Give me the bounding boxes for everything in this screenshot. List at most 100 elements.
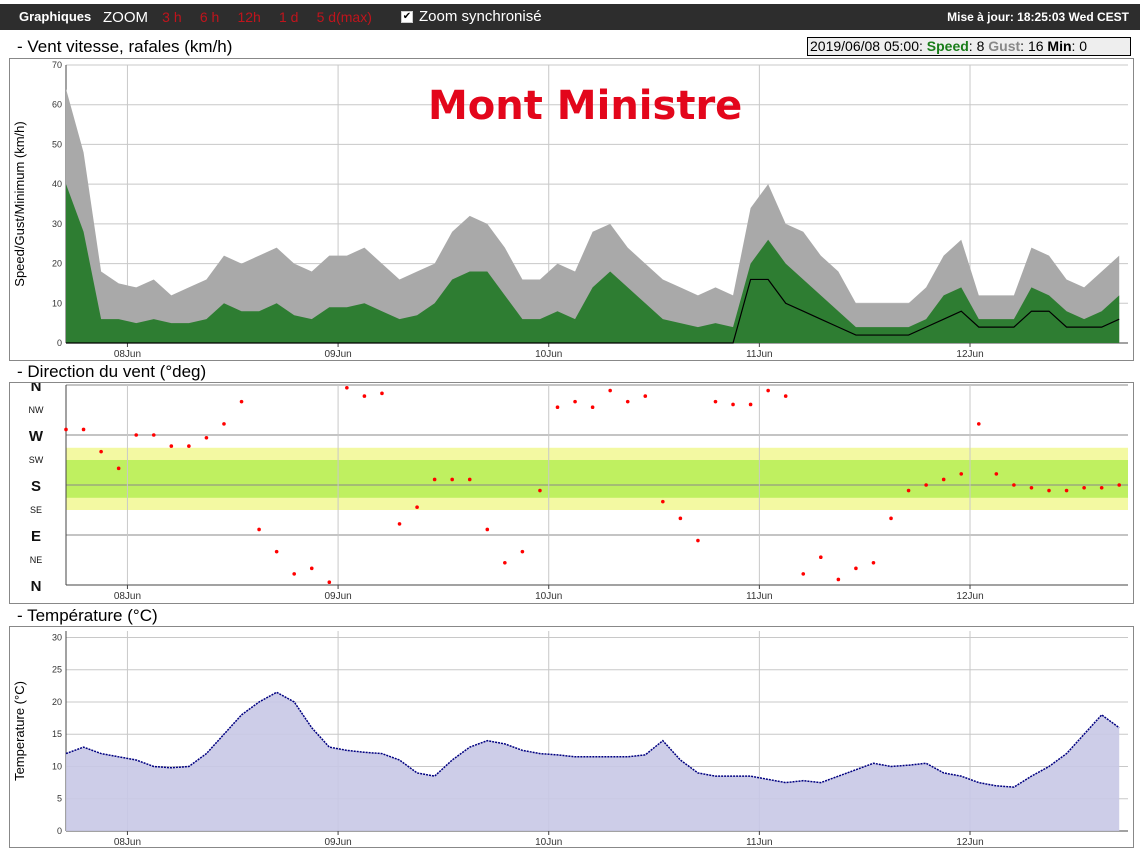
- direction-xtick-label-4: 12Jun: [956, 591, 983, 602]
- direction-ytick-label-6: W: [29, 428, 44, 445]
- zoom-link-1d[interactable]: 1 d: [279, 9, 298, 25]
- direction-ytick-label-4: S: [31, 478, 41, 495]
- zoom-link-12h[interactable]: 12h: [237, 9, 260, 25]
- direction-ytick-label-2: E: [31, 528, 41, 545]
- direction-point-11: [257, 527, 261, 532]
- direction-chart-panel[interactable]: N NE E SE S SW W NW N 08Jun 09Jun 10Jun 11Jun 12Jun: [9, 378, 1134, 604]
- wind-ytick-label-2: 20: [52, 259, 62, 269]
- direction-xtick-label-1: 09Jun: [324, 591, 351, 602]
- direction-point-42: [801, 572, 806, 576]
- wind-xtick-label-3: 11Jun: [746, 349, 773, 360]
- direction-point-30: [590, 405, 595, 410]
- direction-point-58: [1082, 485, 1086, 490]
- direction-point-60: [1117, 483, 1122, 487]
- temperature-y-axis-label: Temperature (°C): [12, 681, 27, 781]
- wind-panel-title: - Vent vitesse, rafales (km/h): [17, 37, 233, 56]
- wind-ytick-label-4: 40: [52, 179, 62, 189]
- temperature-ytick-label-1: 5: [57, 794, 62, 804]
- direction-point-41: [783, 394, 788, 398]
- direction-point-36: [696, 538, 700, 543]
- direction-point-59: [1099, 485, 1104, 490]
- temperature-xtick-label-3: 11Jun: [746, 837, 773, 847]
- wind-xtick-label-4: 12Jun: [956, 349, 983, 360]
- direction-point-27: [538, 488, 542, 493]
- direction-point-10: [239, 399, 244, 404]
- direction-point-35: [678, 516, 683, 521]
- direction-point-21: [432, 477, 437, 482]
- zoom-link-3h[interactable]: 3 h: [162, 9, 181, 25]
- wind-ytick-label-1: 10: [52, 298, 62, 308]
- direction-point-28: [555, 405, 560, 410]
- direction-point-14: [309, 566, 314, 571]
- direction-point-34: [661, 499, 665, 504]
- direction-point-15: [327, 580, 332, 585]
- direction-xtick-label-3: 11Jun: [746, 591, 773, 602]
- wind-xtick-label-2: 10Jun: [535, 349, 562, 360]
- direction-point-29: [573, 399, 577, 404]
- info-gust-value: 16: [1027, 38, 1044, 54]
- direction-point-4: [134, 433, 139, 437]
- direction-point-2: [99, 449, 103, 454]
- direction-xtick-label-0: 08Jun: [114, 591, 141, 602]
- temperature-xtick-label-2: 10Jun: [535, 837, 562, 847]
- direction-ytick-label-3: SE: [30, 505, 42, 515]
- direction-point-9: [222, 422, 226, 426]
- temperature-xtick-label-0: 08Jun: [114, 837, 141, 847]
- direction-point-48: [906, 488, 911, 493]
- info-speed-value: 8: [976, 38, 985, 54]
- direction-point-22: [450, 477, 454, 482]
- direction-point-32: [625, 399, 630, 404]
- direction-point-5: [151, 433, 156, 437]
- direction-ytick-label-0: N: [31, 578, 42, 595]
- temperature-ytick-label-2: 10: [52, 761, 62, 771]
- temperature-xtick-label-1: 09Jun: [324, 837, 351, 847]
- direction-ytick-label-5: SW: [29, 455, 44, 465]
- direction-point-57: [1064, 488, 1069, 493]
- info-speed-label: Speed: [926, 38, 969, 54]
- temperature-ytick-label-3: 15: [52, 729, 62, 739]
- direction-point-44: [836, 577, 841, 582]
- temperature-ytick-label-6: 30: [52, 632, 62, 642]
- direction-point-39: [748, 402, 753, 407]
- direction-point-46: [871, 560, 876, 565]
- zoom-link-5d[interactable]: 5 d(max): [317, 9, 372, 25]
- direction-point-7: [187, 444, 191, 448]
- temperature-chart-panel[interactable]: 0 5 10 15 20 25 30 08Jun 09Jun 10Jun 11Jun 12Jun Tem…: [9, 626, 1134, 848]
- direction-point-53: [994, 472, 999, 476]
- direction-point-25: [503, 560, 507, 565]
- station-name: Mont Ministre: [428, 83, 743, 129]
- info-min-value: 0: [1079, 38, 1088, 54]
- direction-point-56: [1047, 488, 1051, 493]
- temperature-panel-title: - Température (°C): [17, 606, 158, 625]
- wind-info-box: 2019/06/08 05:00: Speed: 8 Gust: 16 Min:…: [807, 37, 1131, 56]
- direction-point-0: [64, 427, 68, 432]
- direction-point-12: [274, 549, 279, 554]
- temperature-ytick-label-0: 0: [57, 826, 62, 836]
- temperature-chart[interactable]: 0 5 10 15 20 25 30 08Jun 09Jun 10Jun 11Jun 12Jun Tem…: [10, 627, 1133, 848]
- direction-point-49: [924, 483, 928, 487]
- zoom-label: ZOOM 3 h 6 h 12h 1 d 5 d(max): [103, 4, 372, 30]
- direction-point-24: [485, 527, 490, 532]
- direction-point-54: [1012, 483, 1016, 487]
- zoom-sync-checkbox[interactable]: ✔: [401, 11, 413, 23]
- direction-point-51: [959, 472, 964, 476]
- direction-point-40: [766, 388, 770, 393]
- graphiques-label: Graphiques: [19, 9, 92, 24]
- direction-point-16: [345, 385, 349, 390]
- direction-point-50: [941, 477, 946, 482]
- direction-point-8: [204, 435, 209, 440]
- direction-point-18: [380, 391, 384, 396]
- temperature-area: [66, 692, 1120, 831]
- direction-chart[interactable]: N NE E SE S SW W NW N 08Jun 09Jun 10Jun 11Jun 12Jun: [10, 378, 1133, 603]
- wind-xtick-label-1: 09Jun: [324, 349, 351, 360]
- temperature-ytick-label-5: 25: [52, 665, 62, 675]
- zoom-link-6h[interactable]: 6 h: [200, 9, 219, 25]
- direction-ytick-label-8: N: [31, 383, 42, 395]
- direction-point-23: [467, 477, 472, 482]
- direction-band-1: [66, 460, 1128, 498]
- info-time: 2019/06/08 05:00:: [810, 38, 923, 54]
- last-update: Mise à jour: 18:25:03 Wed CEST: [947, 10, 1129, 24]
- direction-point-31: [608, 388, 612, 393]
- temperature-xtick-label-4: 12Jun: [956, 837, 983, 847]
- zoom-label-text: ZOOM: [103, 9, 148, 26]
